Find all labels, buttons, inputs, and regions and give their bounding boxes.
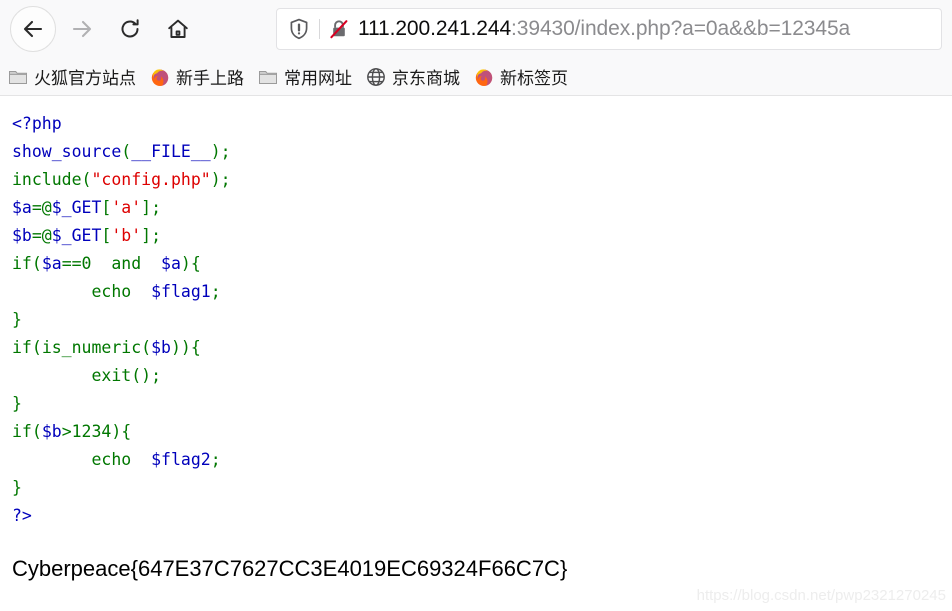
code-token: ; [220, 142, 231, 161]
code-token: 'b' [111, 226, 142, 245]
url-bar[interactable]: 111.200.241.244:39430/index.php?a=0a&&b=… [276, 8, 942, 50]
urlbar-divider [319, 19, 320, 39]
code-token: $b [12, 226, 32, 245]
globe-icon [366, 67, 386, 87]
code-token: echo [12, 282, 152, 301]
code-token: exit [12, 366, 132, 385]
code-token: [ [101, 226, 112, 245]
code-token: ) [210, 142, 221, 161]
shield-icon[interactable] [285, 18, 313, 40]
bookmark-label: 京东商城 [392, 69, 460, 88]
back-button[interactable] [10, 6, 56, 52]
bookmark-firefox-official[interactable]: 火狐官方站点 [8, 64, 136, 89]
code-token: $a [12, 198, 32, 217]
home-icon [166, 17, 190, 41]
bookmark-jd-mall[interactable]: 京东商城 [366, 64, 460, 89]
forward-button[interactable] [64, 11, 100, 47]
code-token: ) [210, 170, 221, 189]
bookmark-new-tab[interactable]: 新标签页 [474, 64, 568, 89]
code-token: ( [81, 170, 92, 189]
code-token: $b [151, 338, 171, 357]
code-token: ; [210, 450, 221, 469]
code-token: ; [210, 282, 221, 301]
bookmark-getting-started[interactable]: 新手上路 [150, 64, 244, 89]
code-token: ; [151, 226, 162, 245]
code-token: "config.php" [91, 170, 211, 189]
code-token: $a [161, 254, 181, 273]
code-token: if [12, 422, 32, 441]
code-token: ) [111, 422, 122, 441]
code-token: >1234 [61, 422, 112, 441]
url-host: 111.200.241.244 [358, 17, 512, 40]
code-token: $_GET [51, 226, 102, 245]
code-token: { [190, 254, 201, 273]
code-token: ( [31, 254, 42, 273]
firefox-icon [474, 67, 494, 87]
code-token: () [131, 366, 152, 385]
bookmarks-bar: 火狐官方站点 新手上路 常用网址 京东商城 新标签页 [0, 58, 952, 96]
code-token: } [12, 394, 22, 413]
code-token: is_numeric [41, 338, 142, 357]
url-text: 111.200.241.244:39430/index.php?a=0a&&b=… [358, 17, 850, 41]
code-token: ; [151, 366, 162, 385]
code-token: __FILE__ [131, 142, 211, 161]
code-token: ( [31, 422, 42, 441]
bookmark-label: 常用网址 [284, 69, 352, 88]
code-token: ( [141, 338, 152, 357]
page-content: <?php show_source(__FILE__); include("co… [0, 96, 952, 608]
code-token: } [12, 478, 22, 497]
reload-icon [118, 17, 142, 41]
code-token: if [12, 254, 32, 273]
lock-crossed-icon[interactable] [326, 18, 352, 40]
code-token: } [12, 310, 22, 329]
browser-chrome: 111.200.241.244:39430/index.php?a=0a&&b=… [0, 0, 952, 96]
code-token: echo [12, 450, 152, 469]
forward-arrow-icon [70, 17, 94, 41]
reload-button[interactable] [112, 11, 148, 47]
back-arrow-icon [21, 17, 45, 41]
code-token: $b [41, 422, 62, 441]
code-token: [ [101, 198, 112, 217]
code-token: ==0 and [61, 254, 162, 273]
code-token: { [190, 338, 201, 357]
bookmark-common-sites[interactable]: 常用网址 [258, 64, 352, 89]
php-source-listing: <?php show_source(__FILE__); include("co… [12, 110, 940, 530]
code-token: $_GET [51, 198, 102, 217]
code-token: ( [121, 142, 132, 161]
firefox-icon [150, 67, 170, 87]
code-token: $a [41, 254, 62, 273]
code-token: 'a' [111, 198, 142, 217]
bookmark-label: 新手上路 [176, 69, 244, 88]
code-token: ] [141, 198, 152, 217]
code-token: ) [180, 254, 191, 273]
code-token: { [121, 422, 132, 441]
home-button[interactable] [160, 11, 196, 47]
code-token: ; [220, 170, 231, 189]
flag-output: Cyberpeace{647E37C7627CC3E4019EC69324F66… [12, 556, 568, 581]
code-token: show_source [12, 142, 122, 161]
bookmark-label: 火狐官方站点 [34, 69, 136, 88]
watermark: https://blog.csdn.net/pwp2321270245 [696, 587, 946, 604]
code-token: $flag1 [151, 282, 211, 301]
folder-icon [8, 67, 28, 87]
url-path: :39430/index.php?a=0a&&b=12345a [511, 17, 851, 40]
code-token: $flag2 [151, 450, 211, 469]
code-token: ; [151, 198, 162, 217]
bookmark-label: 新标签页 [500, 69, 568, 88]
code-token: ] [141, 226, 152, 245]
code-token: include [12, 170, 82, 189]
code-token: =@ [31, 198, 52, 217]
code-token: ?> [12, 506, 32, 525]
code-token: =@ [31, 226, 52, 245]
code-token: if [12, 338, 32, 357]
folder-icon [258, 67, 278, 87]
code-token: ( [31, 338, 42, 357]
code-token: <?php [12, 114, 62, 133]
code-token: )) [170, 338, 191, 357]
navigation-toolbar: 111.200.241.244:39430/index.php?a=0a&&b=… [0, 0, 952, 58]
